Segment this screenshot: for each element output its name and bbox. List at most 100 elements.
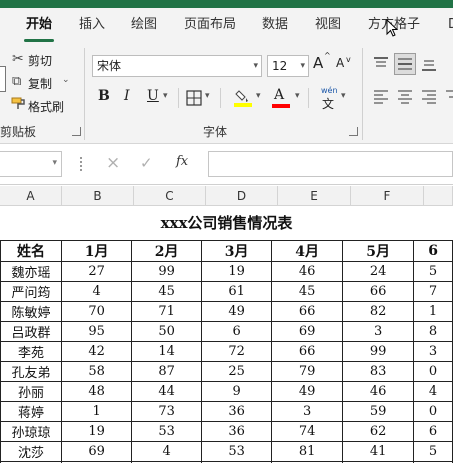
name-cell[interactable]: 孙丽 — [0, 381, 63, 402]
tab-page-layout[interactable]: 页面布局 — [184, 8, 236, 44]
sheet-title[interactable]: xxx公司销售情况表 — [0, 206, 453, 240]
phonetic-guide-button[interactable]: 文 — [322, 95, 334, 112]
column-header-a[interactable]: A — [0, 186, 62, 206]
value-cell[interactable]: 48 — [61, 381, 133, 402]
value-cell[interactable]: 8 — [413, 321, 453, 342]
clipboard-launcher-icon[interactable] — [72, 127, 81, 136]
cut-button[interactable]: 剪切 — [28, 52, 52, 69]
enter-icon[interactable]: ✓ — [140, 154, 153, 172]
underline-button[interactable]: U — [147, 88, 159, 104]
value-cell[interactable]: 3 — [271, 401, 344, 422]
align-middle-button[interactable] — [394, 53, 416, 75]
value-cell[interactable]: 42 — [61, 341, 133, 362]
font-size-select[interactable]: 12 ▾ — [267, 55, 309, 77]
border-icon[interactable] — [186, 90, 202, 106]
value-cell[interactable]: 46 — [271, 261, 344, 282]
insert-function-button[interactable]: fx — [176, 154, 188, 169]
name-cell[interactable]: 吕政群 — [0, 321, 63, 342]
value-cell[interactable]: 66 — [271, 341, 344, 362]
value-cell[interactable]: 45 — [271, 281, 344, 302]
italic-button[interactable]: I — [124, 88, 130, 104]
value-cell[interactable]: 5 — [413, 441, 453, 462]
value-cell[interactable]: 3 — [342, 321, 415, 342]
value-cell[interactable]: 44 — [131, 381, 203, 402]
font-color-dropdown-icon[interactable]: ▾ — [295, 91, 300, 101]
value-cell[interactable]: 7 — [413, 281, 453, 302]
paste-button-edge[interactable] — [0, 66, 6, 92]
column-header-g[interactable]: G — [424, 186, 453, 206]
value-cell[interactable]: 73 — [131, 401, 203, 422]
name-cell[interactable]: 孔友弟 — [0, 361, 63, 382]
value-cell[interactable]: 66 — [271, 301, 344, 322]
highlight-color-icon[interactable] — [234, 88, 252, 108]
value-cell[interactable]: 69 — [61, 441, 133, 462]
bold-button[interactable]: B — [98, 88, 110, 104]
column-header-f[interactable]: F — [351, 186, 424, 206]
namebox-splitter[interactable] — [80, 157, 83, 171]
align-left-icon[interactable] — [373, 90, 389, 104]
value-cell[interactable]: 0 — [413, 361, 453, 382]
value-cell[interactable]: 4 — [131, 441, 203, 462]
align-center-icon[interactable] — [397, 90, 413, 104]
value-cell[interactable]: 25 — [201, 361, 273, 382]
format-painter-button[interactable]: 格式刷 — [28, 98, 64, 115]
tab-view[interactable]: 视图 — [315, 8, 341, 44]
name-cell[interactable]: 严问筠 — [0, 281, 63, 302]
value-cell[interactable]: 81 — [271, 441, 344, 462]
value-cell[interactable]: 71 — [131, 301, 203, 322]
column-header-e[interactable]: E — [278, 186, 351, 206]
column-header-c[interactable]: C — [134, 186, 206, 206]
cancel-icon[interactable]: × — [106, 153, 120, 173]
name-cell[interactable]: 孙琼琼 — [0, 421, 63, 442]
value-cell[interactable]: 82 — [342, 301, 415, 322]
name-cell[interactable]: 陈敏婷 — [0, 301, 63, 322]
value-cell[interactable]: 53 — [201, 441, 273, 462]
value-cell[interactable]: 5 — [413, 261, 453, 282]
tab-more[interactable]: D — [448, 8, 453, 44]
font-name-select[interactable]: 宋体 ▾ — [92, 55, 262, 77]
copy-dropdown-arrow-icon[interactable]: ⌄ — [62, 75, 70, 85]
value-cell[interactable]: 36 — [201, 421, 273, 442]
value-cell[interactable]: 4 — [413, 381, 453, 402]
value-cell[interactable]: 6 — [201, 321, 273, 342]
value-cell[interactable]: 58 — [61, 361, 133, 382]
value-cell[interactable]: 0 — [413, 401, 453, 422]
value-cell[interactable]: 79 — [271, 361, 344, 382]
name-cell[interactable]: 蒋婷 — [0, 401, 63, 422]
header-cell[interactable]: 姓名 — [0, 240, 63, 262]
border-dropdown-icon[interactable]: ▾ — [205, 91, 210, 101]
name-box[interactable]: ▾ — [0, 151, 62, 177]
value-cell[interactable]: 45 — [131, 281, 203, 302]
copy-button[interactable]: 复制 — [28, 75, 52, 92]
value-cell[interactable]: 95 — [61, 321, 133, 342]
font-launcher-icon[interactable] — [349, 127, 358, 136]
header-cell[interactable]: 4月 — [271, 240, 344, 262]
value-cell[interactable]: 19 — [201, 261, 273, 282]
tab-draw[interactable]: 绘图 — [131, 8, 157, 44]
column-header-d[interactable]: D — [206, 186, 278, 206]
value-cell[interactable]: 72 — [201, 341, 273, 362]
header-cell[interactable]: 2月 — [131, 240, 203, 262]
value-cell[interactable]: 49 — [271, 381, 344, 402]
value-cell[interactable]: 19 — [61, 421, 133, 442]
value-cell[interactable]: 74 — [271, 421, 344, 442]
indent-icon[interactable] — [445, 90, 453, 104]
value-cell[interactable]: 14 — [131, 341, 203, 362]
value-cell[interactable]: 41 — [342, 441, 415, 462]
header-cell[interactable]: 6 — [413, 240, 453, 262]
highlight-dropdown-icon[interactable]: ▾ — [256, 91, 261, 101]
value-cell[interactable]: 1 — [413, 301, 453, 322]
phonetic-dropdown-icon[interactable]: ▾ — [341, 91, 346, 101]
value-cell[interactable]: 53 — [131, 421, 203, 442]
value-cell[interactable]: 1 — [61, 401, 133, 422]
shrink-font-button[interactable]: A — [336, 56, 344, 70]
value-cell[interactable]: 3 — [413, 341, 453, 362]
tab-insert[interactable]: 插入 — [79, 8, 105, 44]
name-cell[interactable]: 沈莎 — [0, 441, 63, 462]
value-cell[interactable]: 36 — [201, 401, 273, 422]
value-cell[interactable]: 59 — [342, 401, 415, 422]
column-header-b[interactable]: B — [62, 186, 134, 206]
align-right-icon[interactable] — [421, 90, 437, 104]
font-color-swatch[interactable] — [272, 104, 290, 108]
tab-data[interactable]: 数据 — [262, 8, 288, 44]
